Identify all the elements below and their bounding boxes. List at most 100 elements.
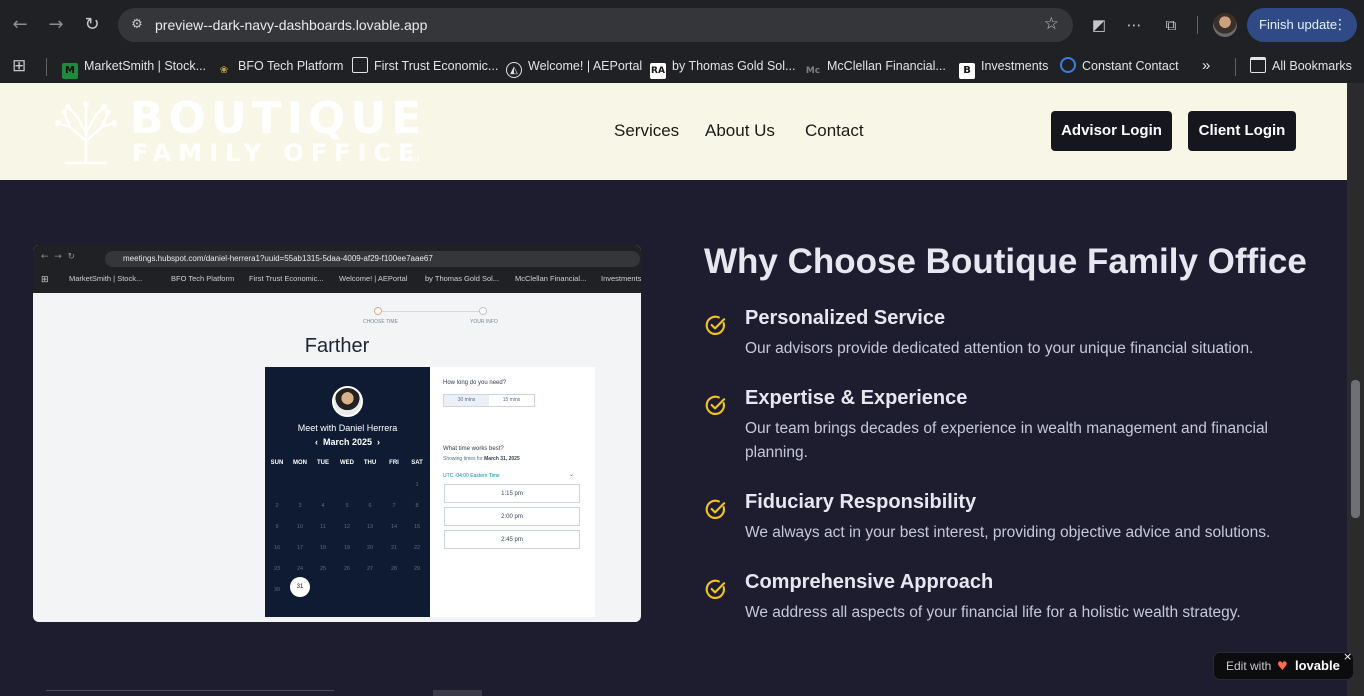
calendar-panel: Meet with Daniel Herrera ‹ March 2025 › … [265, 367, 430, 617]
step-label-your-info: YOUR INFO [470, 319, 498, 325]
calendar-day: 27 [366, 566, 374, 572]
scrollbar-thumb[interactable] [1351, 380, 1360, 518]
advisor-avatar [332, 386, 363, 417]
bookmark-label: Investments [981, 59, 1049, 73]
back-icon[interactable]: ← [8, 13, 32, 37]
bookmark-investments[interactable]: B Investments [959, 54, 1049, 79]
next-section-edge [433, 690, 482, 696]
ra-icon: RA [650, 63, 666, 79]
close-icon[interactable]: × [1343, 644, 1352, 670]
nav-about-us[interactable]: About Us [705, 121, 775, 141]
feature-item: Personalized Service Our advisors provid… [704, 307, 1304, 367]
calendar-day: 9 [275, 524, 279, 530]
feature-title: Personalized Service [745, 307, 946, 329]
lovable-brand: lovable [1295, 658, 1340, 673]
feature-title: Expertise & Experience [745, 387, 968, 409]
bookmark-constant-contact[interactable]: Constant Contact [1060, 54, 1179, 78]
duration-option: 15 mins [502, 397, 521, 403]
calendar-day: 12 [343, 524, 351, 530]
toolbar-divider [1197, 16, 1198, 34]
step-dot-choose-time [374, 307, 382, 315]
feature-description: Our team brings decades of experience in… [745, 420, 1269, 461]
how-long-label: How long do you need? [443, 380, 507, 386]
calendar-day: 2 [275, 503, 279, 509]
edit-with-lovable-badge[interactable]: Edit with ♥ lovable × [1213, 650, 1354, 680]
calendar-month: ‹ March 2025 › [265, 437, 430, 447]
weekday-label: WED [340, 460, 354, 466]
site-logo[interactable]: BOUTIQUE FAMILY OFFICE TM [46, 93, 426, 167]
time-slot: 2:45 pm [444, 530, 580, 549]
calendar-day: 26 [343, 566, 351, 572]
finish-update-label: Finish update [1259, 17, 1338, 32]
calendar-day: 19 [343, 545, 351, 551]
check-circle-icon [705, 579, 726, 599]
screenshot-bookmark: BFO Tech Platform [171, 274, 235, 283]
calendar-day: 5 [345, 503, 349, 509]
screenshot-browser-bar: ← → ↻ meetings.hubspot.com/daniel-herrer… [33, 245, 641, 293]
bookmarks-divider [1235, 58, 1236, 76]
nav-contact[interactable]: Contact [805, 121, 864, 141]
screenshot-bookmark: MarketSmith | Stock... [69, 274, 143, 283]
bookmark-label: BFO Tech Platform [238, 59, 344, 73]
showing-date: March 31, 2025 [484, 456, 520, 462]
finish-update-button[interactable]: Finish update ⋮ [1247, 8, 1357, 42]
logo-trademark: TM [408, 155, 420, 164]
mc-icon: Mc [805, 66, 821, 76]
bookmark-label: MarketSmith | Stock... [84, 59, 207, 73]
screenshot-url: meetings.hubspot.com/daniel-herrera1?uui… [105, 251, 640, 267]
meet-with-label: Meet with Daniel Herrera [297, 423, 398, 433]
address-bar[interactable]: ⚙ preview--dark-navy-dashboards.lovable.… [118, 8, 1073, 42]
weekday-label: THU [363, 460, 377, 466]
calendar-day: 3 [298, 503, 302, 509]
timezone-label: UTC -04:00 Eastern Time [443, 473, 500, 479]
bookmark-first-trust[interactable]: First Trust Economic... [352, 54, 498, 78]
aeportal-icon: ◭ [506, 62, 522, 78]
client-login-button[interactable]: Client Login [1188, 111, 1296, 151]
advisor-login-button[interactable]: Advisor Login [1051, 111, 1172, 151]
screenshot-apps-icon: ⊞ [41, 274, 49, 284]
calendar-day: 4 [321, 503, 325, 509]
bookmark-label: First Trust Economic... [374, 59, 499, 73]
extensions-puzzle-icon[interactable]: ⧉ [1160, 14, 1182, 36]
all-bookmarks-label: All Bookmarks [1272, 59, 1352, 73]
calendar-day: 21 [390, 545, 398, 551]
more-tools-icon[interactable]: ⋯ [1123, 14, 1145, 36]
calendar-day: 20 [366, 545, 374, 551]
bookmark-mcclellan[interactable]: Mc McClellan Financial... [805, 54, 946, 78]
site-info-icon[interactable]: ⚙ [128, 16, 146, 34]
lovable-heart-icon: ♥ [1277, 659, 1288, 673]
bookmarks-overflow-icon[interactable]: » [1202, 54, 1210, 78]
bookmark-star-icon[interactable]: ☆ [1044, 14, 1059, 34]
bookmark-label: Welcome! | AEPortal [528, 59, 643, 73]
tree-icon: ❀ [219, 65, 229, 76]
feature-description: We address all aspects of your financial… [745, 604, 1241, 621]
next-month-icon: › [377, 437, 381, 447]
calendar-month-label: March 2025 [322, 437, 373, 447]
calendar-day: 29 [413, 566, 421, 572]
feature-title: Fiduciary Responsibility [745, 491, 977, 513]
calendar-day: 18 [319, 545, 327, 551]
bookmarks-bar: ⊞ M MarketSmith | Stock... ❀ BFO Tech Plat… [0, 50, 1364, 83]
address-url[interactable]: preview--dark-navy-dashboards.lovable.ap… [155, 17, 427, 33]
section-title: Why Choose Boutique Family Office [704, 242, 1307, 281]
forward-icon[interactable]: → [44, 13, 68, 37]
time-slot: 1:15 pm [444, 484, 580, 503]
calendar-day: 11 [320, 524, 326, 530]
apps-grid-icon[interactable]: ⊞ [12, 54, 26, 78]
reload-icon[interactable]: ↻ [80, 13, 104, 37]
profile-avatar[interactable] [1213, 13, 1237, 37]
bookmark-marketsmith[interactable]: M MarketSmith | Stock... [62, 54, 207, 79]
screenshot-bookmark: First Trust Economic... [249, 274, 324, 283]
all-bookmarks[interactable]: All Bookmarks [1250, 54, 1352, 78]
bookmark-bfo[interactable]: ❀ BFO Tech Platform [216, 54, 344, 78]
b-icon: B [959, 63, 975, 79]
nav-services[interactable]: Services [614, 121, 679, 141]
screenshot-bookmark: Welcome! | AEPortal [339, 274, 408, 283]
bookmark-aeportal[interactable]: ◭ Welcome! | AEPortal [506, 54, 642, 78]
selected-day: 31 [290, 577, 310, 597]
extension-icon[interactable]: ◩ [1088, 14, 1110, 36]
check-circle-icon [705, 499, 726, 519]
page-scrollbar[interactable] [1347, 83, 1364, 696]
bookmark-thomas-gold[interactable]: RA by Thomas Gold Sol... [650, 54, 795, 79]
kebab-menu-icon: ⋮ [1333, 17, 1347, 33]
